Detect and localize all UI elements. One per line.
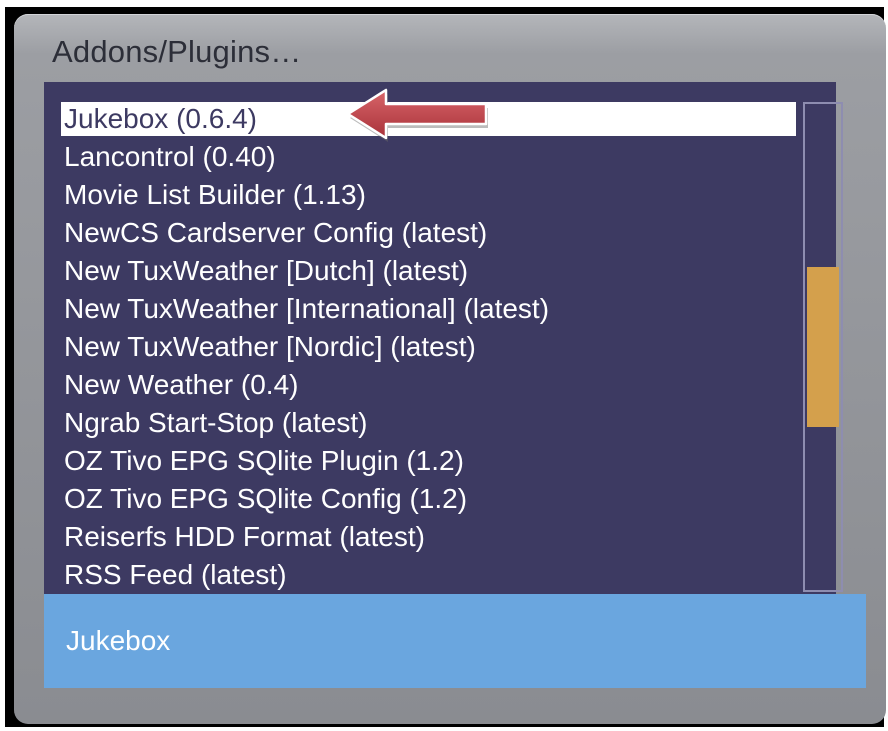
window-title: Addons/Plugins…: [52, 34, 302, 69]
description-bar: Jukebox: [44, 594, 866, 688]
left-arrow-icon: [344, 86, 494, 151]
list-item[interactable]: OZ Tivo EPG SQlite Config (1.2): [64, 482, 467, 516]
list-item[interactable]: New TuxWeather [International] (latest): [64, 292, 549, 326]
plugin-list[interactable]: Jukebox (0.6.4) Lancontrol (0.40) Movie …: [44, 82, 836, 594]
list-item[interactable]: Ngrab Start-Stop (latest): [64, 406, 367, 440]
scrollbar-thumb[interactable]: [807, 267, 839, 427]
list-scrollbar[interactable]: [803, 102, 843, 592]
list-item[interactable]: RSS Feed (latest): [64, 558, 287, 592]
list-item[interactable]: Reiserfs HDD Format (latest): [64, 520, 425, 554]
list-item[interactable]: New TuxWeather [Dutch] (latest): [64, 254, 468, 288]
list-item[interactable]: Lancontrol (0.40): [64, 140, 276, 174]
selected-plugin-name: Jukebox: [66, 625, 171, 656]
list-item[interactable]: Movie List Builder (1.13): [64, 178, 366, 212]
list-item[interactable]: New TuxWeather [Nordic] (latest): [64, 330, 476, 364]
list-item[interactable]: OZ Tivo EPG SQlite Plugin (1.2): [64, 444, 464, 478]
list-item[interactable]: New Weather (0.4): [64, 368, 298, 402]
addons-plugins-window: Addons/Plugins… Jukebox (0.6.4) Lancontr…: [14, 14, 886, 724]
list-item[interactable]: NewCS Cardserver Config (latest): [64, 216, 487, 250]
